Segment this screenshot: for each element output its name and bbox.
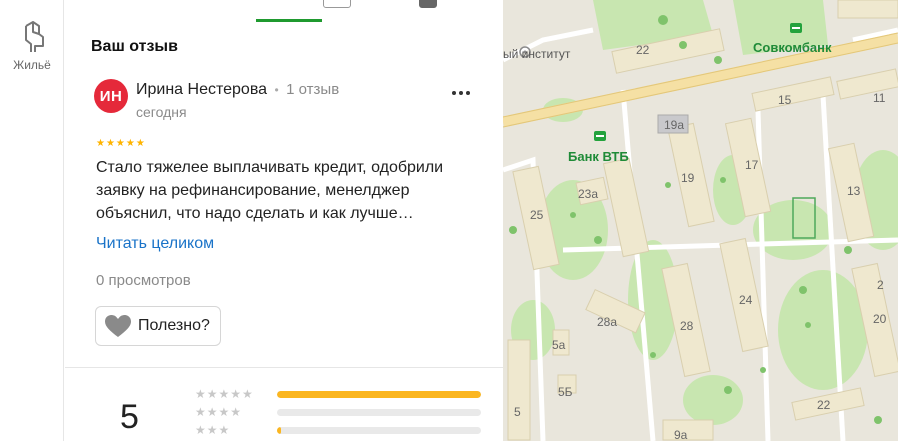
author-name[interactable]: Ирина Нестерова [136, 81, 267, 98]
tab-badge [323, 0, 351, 8]
map-house-number: 22 [817, 398, 831, 412]
rail-item-label: Жильё [13, 58, 51, 72]
map-view[interactable]: ый институт Совкомбанк Банк ВТБ 22 15 11… [503, 0, 898, 441]
rating-row-5: ★★★★★ [195, 387, 495, 401]
map-label-institute[interactable]: ый институт [503, 47, 570, 61]
map-house-number: 28а [597, 315, 618, 329]
dot-icon [452, 91, 456, 95]
separator-dot: • [274, 83, 279, 97]
map-poi-vtb[interactable]: Банк ВТБ [568, 149, 629, 164]
rating-row-stars: ★★★★ [195, 405, 243, 419]
rail-item-housing[interactable]: Жильё [0, 20, 64, 72]
map-house-number: 19 [681, 171, 695, 185]
bank-icon[interactable] [790, 23, 802, 33]
more-options-button[interactable] [449, 84, 473, 102]
map-house-number: 2 [877, 278, 884, 292]
section-title: Ваш отзыв [91, 38, 178, 55]
map-house-number: 28 [680, 319, 694, 333]
map-house-number: 5Б [558, 385, 573, 399]
rating-bar-fill [277, 427, 282, 434]
rating-row-4: ★★★★ [195, 405, 495, 419]
review-date: сегодня [136, 104, 187, 120]
rating-bar-track [277, 409, 481, 416]
active-tab-indicator [256, 19, 322, 22]
map-house-number: 25 [530, 208, 544, 222]
review-text: Стало тяжелее выплачивать кредит, одобри… [96, 159, 444, 222]
avatar[interactable]: ИН [94, 79, 128, 113]
map-house-number: 24 [739, 293, 753, 307]
review-panel: Ваш отзыв ИН Ирина Нестерова • 1 отзыв с… [65, 0, 503, 441]
map-poi-sovcombank[interactable]: Совкомбанк [753, 40, 832, 55]
map-house-number: 5а [552, 338, 566, 352]
map-house-number: 17 [745, 158, 759, 172]
housing-icon [25, 21, 44, 52]
map-house-number: 19а [664, 118, 685, 132]
helpful-button[interactable]: Полезно? [95, 306, 221, 346]
map-house-number: 9а [674, 428, 688, 441]
dot-icon [459, 91, 463, 95]
review-stars: ★★★★★ [96, 138, 146, 149]
author-row: Ирина Нестерова • 1 отзыв [136, 81, 339, 99]
rating-value: 5 [120, 398, 139, 436]
rating-bar-track [277, 391, 481, 398]
review-views: 0 просмотров [96, 272, 191, 289]
rating-row-stars: ★★★ [195, 423, 231, 437]
rating-bar-fill [277, 391, 481, 398]
map-canvas [503, 0, 898, 441]
tab-strip [65, 0, 503, 24]
dot-icon [466, 91, 470, 95]
tab-badge-dark [419, 0, 437, 8]
heart-icon [105, 315, 131, 337]
map-house-number: 5 [514, 405, 521, 419]
map-house-number: 20 [873, 312, 887, 326]
map-house-number: 22 [636, 43, 650, 57]
rating-summary: 5 ★★★★★ ★★★★ ★★★ [65, 368, 503, 441]
author-review-count: 1 отзыв [286, 81, 340, 98]
map-house-number: 23а [578, 187, 599, 201]
map-house-number: 15 [778, 93, 792, 107]
map-house-number: 11 [873, 91, 886, 105]
map-house-number: 13 [847, 184, 861, 198]
rating-row-3: ★★★ [195, 423, 495, 437]
read-more-link[interactable]: Читать целиком [96, 235, 214, 253]
helpful-label: Полезно? [138, 317, 210, 334]
left-rail: Жильё [0, 0, 64, 441]
bank-icon[interactable] [594, 131, 606, 141]
rating-row-stars: ★★★★★ [195, 387, 254, 401]
rating-bar-track [277, 427, 481, 434]
